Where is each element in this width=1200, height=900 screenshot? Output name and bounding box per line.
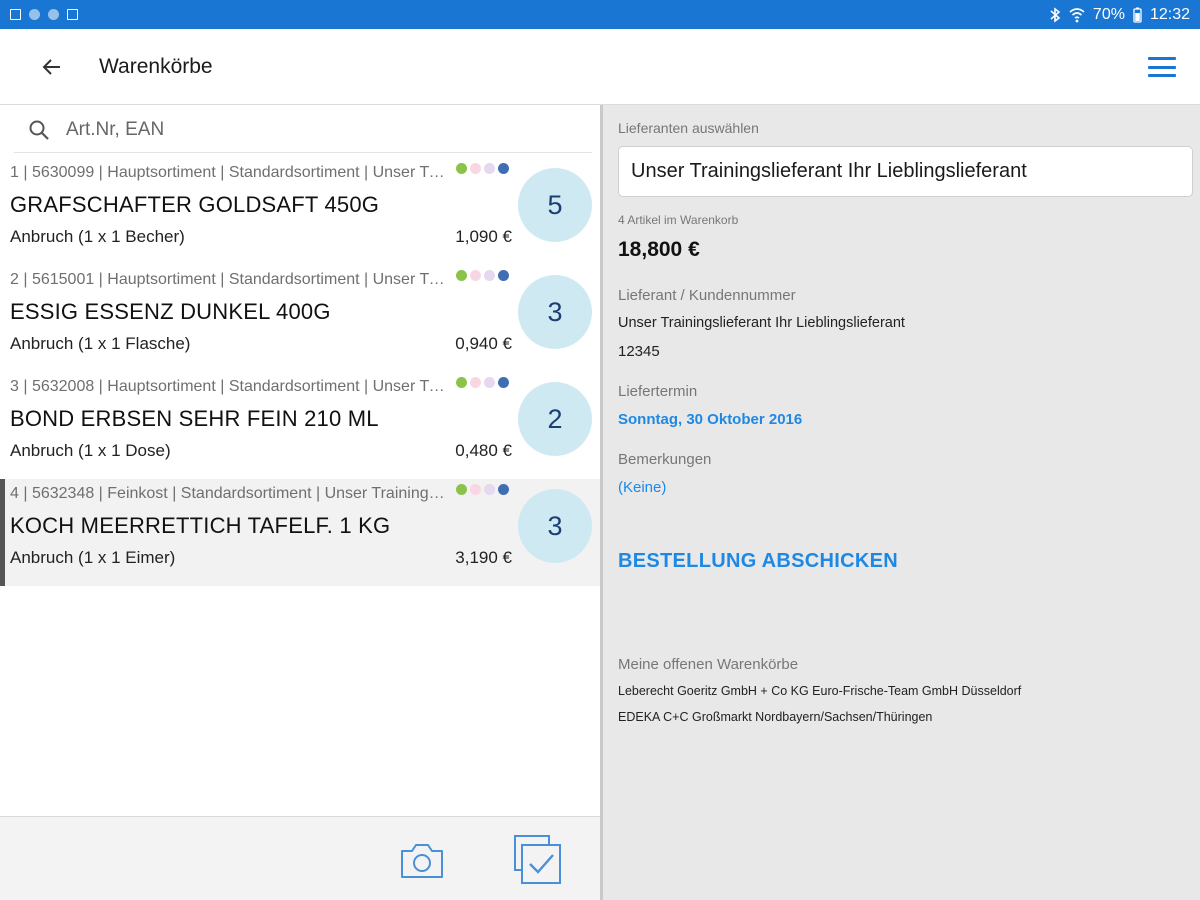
open-cart-item[interactable]: Leberecht Goeritz GmbH + Co KG Euro-Fris…	[618, 684, 1021, 698]
status-dot	[470, 270, 481, 281]
status-dots	[456, 377, 509, 388]
bottom-toolbar	[0, 816, 600, 900]
item-unit: Anbruch (1 x 1 Dose)	[10, 441, 171, 460]
status-dot	[484, 163, 495, 174]
cart-item[interactable]: 3 | 5632008 | Hauptsortiment | Standards…	[0, 372, 600, 479]
item-meta: 1 | 5630099 | Hauptsortiment | Standards…	[10, 164, 448, 181]
search-input[interactable]	[66, 113, 566, 147]
status-bar-system: 70% 12:32	[1049, 6, 1190, 24]
supplier-name: Unser Trainingslieferant Ihr Lieblingsli…	[618, 315, 905, 331]
status-dot	[498, 377, 509, 388]
status-dot	[470, 484, 481, 495]
item-price: 1,090 €	[455, 227, 512, 246]
screenshot-icon	[10, 9, 21, 20]
status-dots	[456, 270, 509, 281]
item-meta: 3 | 5632008 | Hauptsortiment | Standards…	[10, 378, 448, 395]
status-dot	[470, 163, 481, 174]
item-unit: Anbruch (1 x 1 Eimer)	[10, 548, 176, 567]
status-dot	[456, 270, 467, 281]
item-meta: 4 | 5632348 | Feinkost | Standardsortime…	[10, 485, 448, 502]
status-dots	[456, 484, 509, 495]
quantity-badge[interactable]: 2	[518, 382, 592, 456]
open-cart-item[interactable]: EDEKA C+C Großmarkt Nordbayern/Sachsen/T…	[618, 710, 932, 724]
status-dot	[498, 484, 509, 495]
camera-icon[interactable]	[398, 839, 446, 881]
search-icon	[29, 120, 49, 140]
status-dot	[498, 270, 509, 281]
quantity-badge[interactable]: 3	[518, 489, 592, 563]
gallery-icon	[67, 9, 78, 20]
cart-total: 18,800 €	[618, 238, 700, 261]
cart-count: 4 Artikel im Warenkorb	[618, 213, 739, 227]
battery-icon	[1133, 7, 1142, 23]
status-dot	[470, 377, 481, 388]
status-dot	[456, 163, 467, 174]
status-dot	[484, 270, 495, 281]
app-bar: Warenkörbe	[0, 29, 1200, 105]
remarks-link[interactable]: (Keine)	[618, 479, 666, 496]
supplier-select-label: Lieferanten auswählen	[618, 120, 759, 136]
cart-item-selected[interactable]: 4 | 5632348 | Feinkost | Standardsortime…	[0, 479, 600, 586]
delivery-label: Liefertermin	[618, 383, 698, 400]
circle-icon	[29, 9, 40, 20]
item-price: 0,940 €	[455, 334, 512, 353]
cart-item[interactable]: 2 | 5615001 | Hauptsortiment | Standards…	[0, 265, 600, 372]
item-price: 3,190 €	[455, 548, 512, 567]
delivery-date-link[interactable]: Sonntag, 30 Oktober 2016	[618, 411, 802, 428]
status-bar-notifications	[10, 9, 78, 20]
open-carts-label: Meine offenen Warenkörbe	[618, 656, 799, 673]
submit-order-button[interactable]: BESTELLUNG ABSCHICKEN	[618, 550, 898, 573]
cart-list-panel: 1 | 5630099 | Hauptsortiment | Standards…	[0, 105, 600, 900]
arrow-left-icon	[42, 59, 60, 75]
status-dot	[456, 484, 467, 495]
item-meta: 2 | 5615001 | Hauptsortiment | Standards…	[10, 271, 448, 288]
item-name: ESSIG ESSENZ DUNKEL 400G	[10, 299, 331, 324]
item-unit: Anbruch (1 x 1 Becher)	[10, 227, 185, 246]
hamburger-menu-icon[interactable]	[1146, 53, 1178, 81]
wifi-icon	[1069, 7, 1085, 23]
item-unit: Anbruch (1 x 1 Flasche)	[10, 334, 191, 353]
status-bar: 70% 12:32	[0, 0, 1200, 29]
supplier-select[interactable]: Unser Trainingslieferant Ihr Lieblingsli…	[618, 146, 1193, 197]
item-price: 0,480 €	[455, 441, 512, 460]
customer-number: 12345	[618, 343, 660, 360]
status-dot	[484, 484, 495, 495]
status-dot	[456, 377, 467, 388]
quantity-badge[interactable]: 3	[518, 275, 592, 349]
status-dot	[484, 377, 495, 388]
clock: 12:32	[1149, 5, 1190, 23]
back-button[interactable]	[36, 51, 68, 83]
search-bar	[14, 105, 592, 153]
battery-level: 70%	[1092, 5, 1125, 23]
status-dot	[498, 163, 509, 174]
item-name: BOND ERBSEN SEHR FEIN 210 ML	[10, 406, 379, 431]
status-dots	[456, 163, 509, 174]
bluetooth-icon	[1049, 6, 1061, 23]
supplier-label: Lieferant / Kundennummer	[618, 287, 796, 304]
item-name: GRAFSCHAFTER GOLDSAFT 450G	[10, 192, 380, 217]
item-name: KOCH MEERRETTICH TAFELF. 1 KG	[10, 513, 391, 538]
cart-item[interactable]: 1 | 5630099 | Hauptsortiment | Standards…	[0, 158, 600, 265]
remarks-label: Bemerkungen	[618, 451, 712, 468]
circle-icon	[48, 9, 59, 20]
quantity-badge[interactable]: 5	[518, 168, 592, 242]
page-title: Warenkörbe	[99, 55, 213, 78]
checklist-icon[interactable]	[512, 833, 564, 885]
cart-details-panel: Lieferanten auswählen Unser Trainingslie…	[603, 105, 1200, 900]
